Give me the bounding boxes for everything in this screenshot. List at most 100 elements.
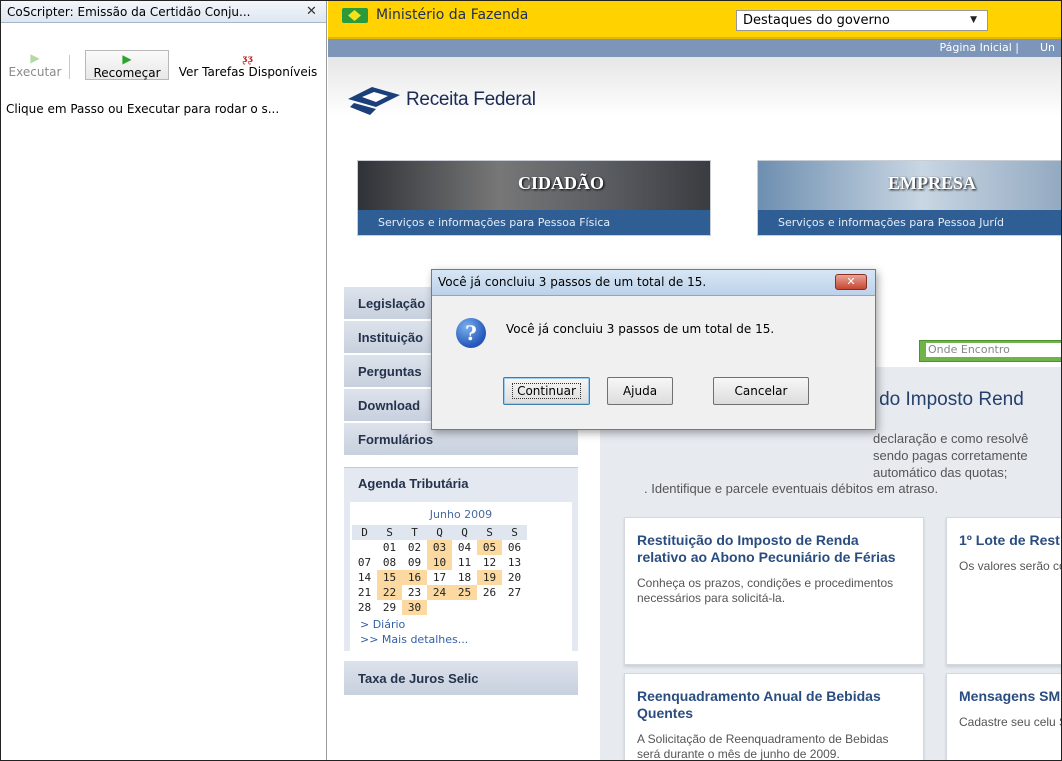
onde-encontro-input[interactable]: Onde Encontro <box>926 343 1061 357</box>
top-nav: Página Inicial | Un <box>328 39 1061 57</box>
irpf-heading[interactable]: io do Imposto Rend <box>859 389 1024 411</box>
news-card[interactable]: Reenquadramento Anual de Bebidas Quentes… <box>624 673 924 761</box>
calendar-weekday: S <box>477 525 502 540</box>
calendar: Junho 2009 DSTQQSS 01 02 03 04 05 06 07 08 09 10 1… <box>350 502 572 651</box>
calendar-day[interactable]: 29 <box>377 600 402 615</box>
progress-dialog: Você já concluiu 3 passos de um total de… <box>431 269 876 430</box>
news-text: Os valores serão contas bancárias <box>959 559 1061 573</box>
banner-title: EMPRESA <box>888 173 977 193</box>
banner-empresa[interactable]: EMPRESA Serviços e informações para Pess… <box>757 160 1061 236</box>
news-text: Conheça os prazos, condições e procedime… <box>637 576 894 605</box>
banner-subtitle: Serviços e informações para Pessoa Físic… <box>358 210 710 235</box>
agenda-tributaria: Agenda Tributária Junho 2009 DSTQQSS 01 0… <box>344 467 578 651</box>
calendar-day[interactable]: 08 <box>377 555 402 570</box>
calendar-weekday: Q <box>427 525 452 540</box>
onde-encontro-search[interactable]: Onde Encontro <box>919 340 1061 362</box>
calendar-day[interactable]: 22 <box>377 585 402 600</box>
site-title[interactable]: Receita Federal <box>406 89 536 111</box>
calendar-day[interactable]: 21 <box>352 585 377 600</box>
news-title[interactable]: 1º Lote de Rest <box>959 532 1061 549</box>
tasks-icon: ᶚᶚ <box>242 51 254 65</box>
home-link[interactable]: Página Inicial | <box>939 41 1019 54</box>
news-card[interactable]: Mensagens SM Imposto de Ren Cadastre seu… <box>946 673 1061 760</box>
calendar-day[interactable]: 23 <box>402 585 427 600</box>
highlights-select[interactable]: Destaques do governo ▼ <box>736 10 988 31</box>
nav-link-cut[interactable]: Un <box>1040 41 1055 54</box>
brazil-flag-icon <box>342 8 368 23</box>
news-title[interactable]: Restituição do Imposto de Renda relativo… <box>637 532 911 566</box>
cancel-button[interactable]: Cancelar <box>713 377 809 405</box>
calendar-day[interactable]: 02 <box>402 540 427 555</box>
calendar-day[interactable]: 09 <box>402 555 427 570</box>
calendar-day[interactable]: 28 <box>352 600 377 615</box>
calendar-day[interactable]: 26 <box>477 585 502 600</box>
calendar-weekday: T <box>402 525 427 540</box>
calendar-weekday: S <box>377 525 402 540</box>
calendar-day[interactable]: 12 <box>477 555 502 570</box>
selic-title[interactable]: Taxa de Juros Selic <box>344 661 578 695</box>
calendar-day[interactable]: 30 <box>402 600 427 615</box>
agenda-title: Agenda Tributária <box>358 476 469 491</box>
news-card[interactable]: Restituição do Imposto de Renda relativo… <box>624 517 924 665</box>
help-button[interactable]: Ajuda <box>607 377 673 405</box>
calendar-day <box>477 600 502 615</box>
calendar-day[interactable]: 07 <box>352 555 377 570</box>
calendar-day[interactable]: 25 <box>452 585 477 600</box>
calendar-day[interactable]: 15 <box>377 570 402 585</box>
calendar-day[interactable]: 01 <box>377 540 402 555</box>
news-title[interactable]: Mensagens SM Imposto de Ren <box>959 688 1061 705</box>
question-icon: ? <box>456 318 486 348</box>
play-icon: ▶ <box>122 52 132 66</box>
daily-link[interactable]: > Diário <box>360 617 572 632</box>
dialog-titlebar: Você já concluiu 3 passos de um total de… <box>432 270 875 296</box>
banner-title: CIDADÃO <box>518 173 605 193</box>
calendar-day[interactable]: 06 <box>502 540 527 555</box>
close-icon[interactable]: ✕ <box>835 274 867 290</box>
restart-label: Recomeçar <box>93 66 161 80</box>
calendar-grid: DSTQQSS 01 02 03 04 05 06 07 08 09 10 11 12 13 14 15 16… <box>352 525 527 615</box>
more-details-link[interactable]: >> Mais detalhes... <box>360 632 572 647</box>
news-text: A Solicitação de Reenquadramento de Bebi… <box>637 732 889 761</box>
continue-button[interactable]: Continuar <box>503 377 590 405</box>
banner-subtitle: Serviços e informações para Pessoa Juríd <box>758 210 1061 235</box>
ministry-title[interactable]: Ministério da Fazenda <box>376 7 528 23</box>
calendar-day[interactable]: 27 <box>502 585 527 600</box>
calendar-day[interactable]: 04 <box>452 540 477 555</box>
execute-button[interactable]: ▶ Executar <box>5 51 65 81</box>
restart-button[interactable]: ▶ Recomeçar <box>85 50 169 80</box>
calendar-day[interactable]: 16 <box>402 570 427 585</box>
view-tasks-button[interactable]: ᶚᶚ Ver Tarefas Disponíveis <box>173 51 323 81</box>
calendar-weekday: D <box>352 525 377 540</box>
screen: CoScripter: Emissão da Certidão Conju...… <box>0 0 1062 761</box>
calendar-day[interactable]: 18 <box>452 570 477 585</box>
news-title[interactable]: Reenquadramento Anual de Bebidas Quentes <box>637 688 911 722</box>
calendar-day <box>427 600 452 615</box>
continue-label: Continuar <box>512 383 581 399</box>
dialog-title: Você já concluiu 3 passos de um total de… <box>438 275 707 289</box>
news-card[interactable]: 1º Lote de Rest Os valores serão contas … <box>946 517 1061 665</box>
calendar-day[interactable]: 03 <box>427 540 452 555</box>
close-icon[interactable]: ✕ <box>306 4 317 19</box>
calendar-day[interactable]: 05 <box>477 540 502 555</box>
calendar-day[interactable]: 17 <box>427 570 452 585</box>
calendar-day[interactable]: 14 <box>352 570 377 585</box>
view-tasks-label: Ver Tarefas Disponíveis <box>178 65 318 79</box>
calendar-month: Junho 2009 <box>429 508 493 521</box>
play-icon: ▶ <box>30 51 40 65</box>
calendar-day[interactable]: 10 <box>427 555 452 570</box>
dialog-message: Você já concluiu 3 passos de um total de… <box>506 322 775 336</box>
calendar-weekday: S <box>502 525 527 540</box>
calendar-day[interactable]: 19 <box>477 570 502 585</box>
irpf-line: sendo pagas corretamente <box>873 448 1028 463</box>
sidebar-toolbar: ▶ Executar ▶ Recomeçar ᶚᶚ Ver Tarefas Di… <box>1 49 326 101</box>
highlights-select-value: Destaques do governo <box>743 13 890 28</box>
news-area: Restituição do Imposto de Renda relativo… <box>600 497 1061 761</box>
toolbar-divider <box>69 55 70 79</box>
calendar-day <box>452 600 477 615</box>
calendar-day[interactable]: 11 <box>452 555 477 570</box>
banner-cidadao[interactable]: CIDADÃO Serviços e informações para Pess… <box>357 160 711 236</box>
calendar-day[interactable]: 20 <box>502 570 527 585</box>
calendar-day[interactable]: 24 <box>427 585 452 600</box>
calendar-day[interactable]: 13 <box>502 555 527 570</box>
irpf-line: automático das quotas; <box>873 465 1008 480</box>
